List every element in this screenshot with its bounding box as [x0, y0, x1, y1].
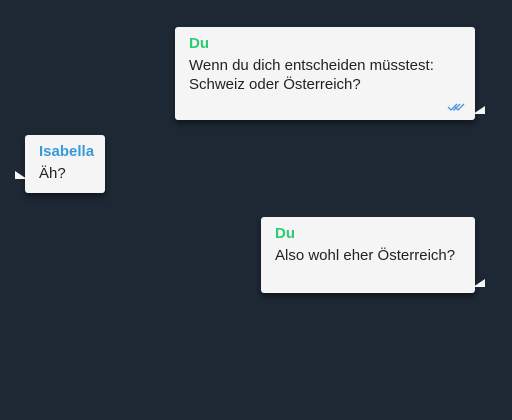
message-text: Also wohl eher Österreich?	[275, 247, 456, 264]
message-bubble-outgoing[interactable]: Du Also wohl eher Österreich?	[261, 217, 485, 293]
message-bubble-outgoing[interactable]: Du Wenn du dich entscheiden müsstest: Sc…	[175, 27, 485, 120]
sender-name: Du	[275, 225, 295, 242]
message-text: Wenn du dich entscheiden müsstest: Schwe…	[189, 57, 434, 93]
sender-name: Isabella	[39, 143, 95, 160]
message-bubble-incoming[interactable]: Isabella Äh?	[15, 135, 105, 193]
double-check-icon	[447, 103, 465, 111]
message-text: Äh?	[39, 165, 66, 182]
sender-name: Du	[189, 35, 209, 52]
